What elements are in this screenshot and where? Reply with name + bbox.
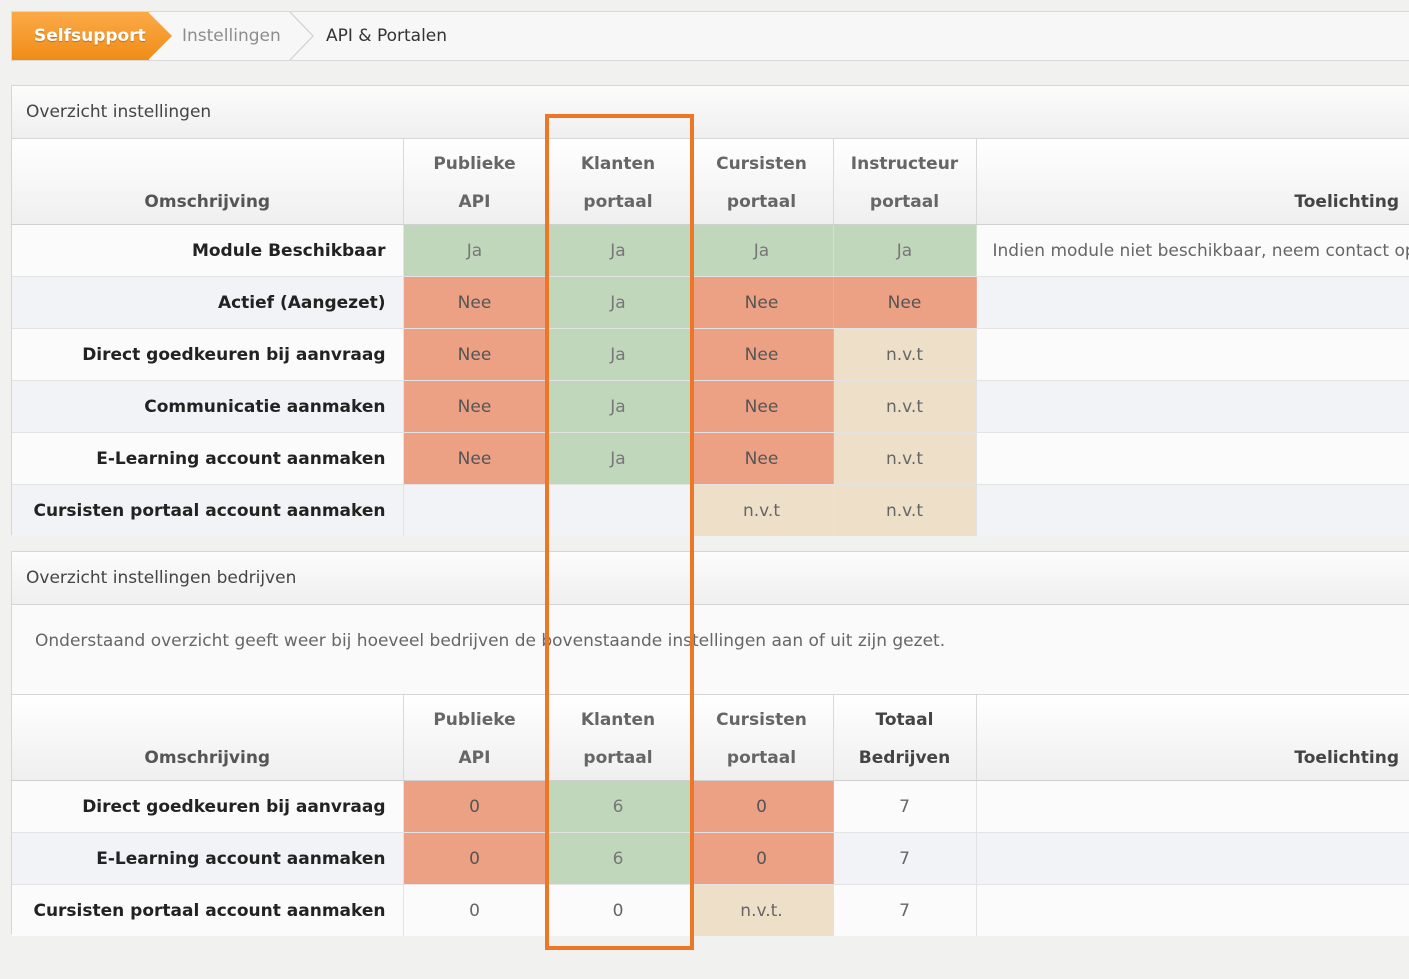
breadcrumb-current: API & Portalen: [326, 26, 448, 46]
header-omschrijving: Omschrijving: [12, 139, 404, 225]
table-row: E-Learning account aanmaken 0 6 0 7: [12, 832, 1409, 885]
cell-toelichting: [976, 432, 1409, 485]
cell-instructeur-portaal: Nee: [833, 276, 977, 329]
table-row: Cursisten portaal account aanmaken n.v.t…: [12, 484, 1409, 536]
row-label: Cursisten portaal account aanmaken: [12, 884, 404, 936]
row-label: Module Beschikbaar: [12, 224, 404, 277]
cell-instructeur-portaal: n.v.t: [833, 328, 977, 381]
table-row: Direct goedkeuren bij aanvraag Nee Ja Ne…: [12, 328, 1409, 381]
cell-publieke-api: Nee: [403, 328, 547, 381]
cell-klanten-portaal: 6: [546, 832, 691, 885]
cell-publieke-api: 0: [403, 780, 547, 833]
header-cursisten-portaal: Cursisten portaal: [690, 695, 834, 781]
header-cursisten-portaal: Cursisten portaal: [690, 139, 834, 225]
row-label: Cursisten portaal account aanmaken: [12, 484, 404, 536]
cell-instructeur-portaal: Ja: [833, 224, 977, 277]
cell-cursisten-portaal: 0: [690, 832, 834, 885]
row-label: Direct goedkeuren bij aanvraag: [12, 780, 404, 833]
row-label: Actief (Aangezet): [12, 276, 404, 329]
table-row: Cursisten portaal account aanmaken 0 0 n…: [12, 884, 1409, 936]
cell-publieke-api: 0: [403, 832, 547, 885]
cell-publieke-api: Nee: [403, 432, 547, 485]
cell-totaal-bedrijven: 7: [833, 780, 977, 833]
header-omschrijving: Omschrijving: [12, 695, 404, 781]
cell-klanten-portaal: 0: [546, 884, 691, 936]
header-klanten-portaal: Klanten portaal: [546, 139, 691, 225]
cell-publieke-api: Nee: [403, 276, 547, 329]
settings-table: Omschrijving Publieke API Klanten portaal …: [12, 139, 1409, 536]
panel-title: Overzicht instellingen bedrijven: [12, 552, 1409, 605]
header-publieke-api: Publieke API: [403, 695, 547, 781]
cell-toelichting: [976, 328, 1409, 381]
table-row: E-Learning account aanmaken Nee Ja Nee n…: [12, 432, 1409, 485]
cell-toelichting: [976, 484, 1409, 536]
row-label: Direct goedkeuren bij aanvraag: [12, 328, 404, 381]
table-row: Module Beschikbaar Ja Ja Ja Ja Indien mo…: [12, 224, 1409, 277]
cell-publieke-api: Ja: [403, 224, 547, 277]
cell-publieke-api: Nee: [403, 380, 547, 433]
breadcrumb: Selfsupport Instellingen API & Portalen: [11, 11, 1409, 61]
cell-cursisten-portaal: Nee: [690, 380, 834, 433]
row-label: E-Learning account aanmaken: [12, 432, 404, 485]
cell-klanten-portaal: 6: [546, 780, 691, 833]
cell-klanten-portaal: [546, 484, 691, 536]
header-instructeur-portaal: Instructeur portaal: [833, 139, 977, 225]
cell-cursisten-portaal: Ja: [690, 224, 834, 277]
cell-cursisten-portaal: Nee: [690, 432, 834, 485]
table-row: Direct goedkeuren bij aanvraag 0 6 0 7: [12, 780, 1409, 833]
cell-cursisten-portaal: Nee: [690, 328, 834, 381]
header-klanten-portaal: Klanten portaal: [546, 695, 691, 781]
table-header-row: Omschrijving Publieke API Klanten portaal …: [12, 695, 1409, 781]
cell-cursisten-portaal: 0: [690, 780, 834, 833]
company-settings-panel: Overzicht instellingen bedrijven Onderst…: [11, 551, 1409, 936]
breadcrumb-settings-link[interactable]: Instellingen: [182, 12, 281, 60]
cell-instructeur-portaal: n.v.t: [833, 432, 977, 485]
cell-toelichting: [976, 780, 1409, 833]
header-publieke-api: Publieke API: [403, 139, 547, 225]
cell-toelichting: [976, 380, 1409, 433]
cell-cursisten-portaal: n.v.t: [690, 484, 834, 536]
cell-toelichting: [976, 276, 1409, 329]
breadcrumb-home-link[interactable]: Selfsupport: [12, 12, 149, 60]
panel-description: Onderstaand overzicht geeft weer bij hoe…: [12, 605, 1409, 695]
cell-cursisten-portaal: n.v.t.: [690, 884, 834, 936]
cell-toelichting: Indien module niet beschikbaar, neem con…: [976, 224, 1409, 277]
company-settings-table: Omschrijving Publieke API Klanten portaal …: [12, 695, 1409, 936]
cell-publieke-api: [403, 484, 547, 536]
cell-klanten-portaal: Ja: [546, 380, 691, 433]
header-toelichting: Toelichting: [976, 695, 1409, 781]
table-row: Communicatie aanmaken Nee Ja Nee n.v.t: [12, 380, 1409, 433]
cell-toelichting: [976, 884, 1409, 936]
cell-instructeur-portaal: n.v.t: [833, 380, 977, 433]
settings-overview-panel: Overzicht instellingen Omschrijving Publ…: [11, 85, 1409, 536]
breadcrumb-separator-icon: [289, 12, 314, 60]
cell-totaal-bedrijven: 7: [833, 884, 977, 936]
header-totaal-bedrijven: Totaal Bedrijven: [833, 695, 977, 781]
cell-klanten-portaal: Ja: [546, 328, 691, 381]
breadcrumb-arrow-icon: [148, 12, 172, 60]
panel-title: Overzicht instellingen: [12, 86, 1409, 139]
table-header-row: Omschrijving Publieke API Klanten portaal …: [12, 139, 1409, 225]
cell-cursisten-portaal: Nee: [690, 276, 834, 329]
cell-publieke-api: 0: [403, 884, 547, 936]
cell-klanten-portaal: Ja: [546, 276, 691, 329]
cell-instructeur-portaal: n.v.t: [833, 484, 977, 536]
table-row: Actief (Aangezet) Nee Ja Nee Nee: [12, 276, 1409, 329]
cell-klanten-portaal: Ja: [546, 432, 691, 485]
cell-toelichting: [976, 832, 1409, 885]
row-label: E-Learning account aanmaken: [12, 832, 404, 885]
cell-totaal-bedrijven: 7: [833, 832, 977, 885]
header-toelichting: Toelichting: [976, 139, 1409, 225]
row-label: Communicatie aanmaken: [12, 380, 404, 433]
cell-klanten-portaal: Ja: [546, 224, 691, 277]
